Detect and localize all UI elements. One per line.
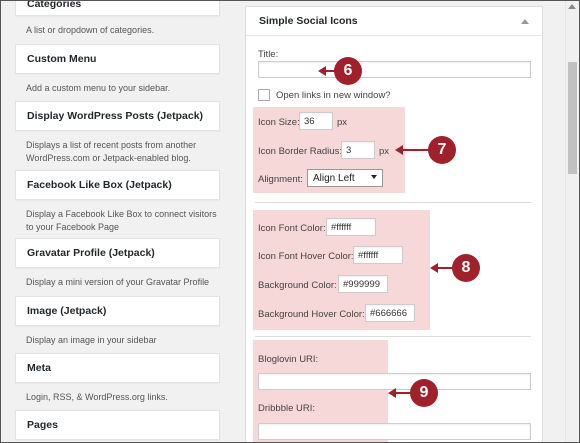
icon-font-color-input[interactable]: #ffffff (326, 218, 376, 236)
panel-title: Simple Social Icons (259, 15, 358, 27)
widget-pages[interactable]: Pages (15, 410, 220, 440)
widget-description: Display an image in your sidebar (26, 335, 157, 345)
bloglovin-uri-label: Bloglovin URI: (258, 354, 319, 365)
callout-9: 9 (410, 379, 438, 407)
widget-description: Login, RSS, & WordPress.org links. (26, 392, 168, 402)
background-hover-color-label: Background Hover Color: (258, 309, 365, 320)
callout-7: 7 (428, 136, 456, 164)
widget-description: Display a Facebook Like Box to connect v… (26, 209, 217, 232)
widget-description: Add a custom menu to your sidebar. (26, 83, 171, 93)
widget-facebook-like-box[interactable]: Facebook Like Box (Jetpack) (15, 170, 220, 200)
background-color-label: Background Color: (258, 280, 337, 291)
border-radius-label: Icon Border Radius: (258, 146, 342, 157)
widget-title: Meta (27, 362, 51, 374)
background-hover-color-input[interactable]: #666666 (365, 304, 415, 322)
widget-display-wordpress-posts[interactable]: Display WordPress Posts (Jetpack) (15, 101, 220, 131)
widget-custom-menu[interactable]: Custom Menu (15, 44, 220, 74)
section-divider (255, 202, 531, 203)
alignment-label: Alignment: (258, 174, 303, 185)
title-label: Title: (258, 49, 279, 60)
widget-title: Image (Jetpack) (27, 305, 107, 317)
widget-gravatar-profile[interactable]: Gravatar Profile (Jetpack) (15, 238, 220, 268)
widget-meta[interactable]: Meta (15, 353, 220, 383)
scrollbar-thumb[interactable] (568, 62, 577, 174)
icon-font-hover-color-input[interactable]: #ffffff (353, 246, 403, 264)
alignment-select[interactable]: Align Left (307, 169, 383, 187)
open-new-window-label: Open links in new window? (276, 90, 391, 101)
open-new-window-checkbox[interactable] (258, 89, 270, 101)
border-radius-unit: px (379, 146, 390, 157)
section-divider (255, 336, 531, 337)
alignment-selected: Align Left (313, 172, 355, 184)
widget-title: Pages (27, 419, 58, 431)
panel-header[interactable]: Simple Social Icons (246, 7, 542, 36)
callout-line (401, 149, 431, 151)
icon-size-label: Icon Size: (258, 117, 300, 128)
widget-title: Gravatar Profile (Jetpack) (27, 247, 155, 259)
background-color-input[interactable]: #999999 (338, 275, 388, 293)
widget-description: Displays a list of recent posts from ano… (26, 140, 197, 163)
widget-description: Display a mini version of your Gravatar … (26, 277, 210, 287)
scroll-up-arrow-icon[interactable] (568, 4, 576, 9)
dribbble-uri-label: Dribbble URI: (258, 403, 316, 414)
icon-size-unit: px (337, 117, 348, 128)
widget-title: Facebook Like Box (Jetpack) (27, 179, 172, 191)
border-radius-input[interactable]: 3 (341, 141, 375, 159)
title-input[interactable] (258, 61, 531, 78)
icon-size-input[interactable]: 36 (299, 112, 333, 130)
collapse-caret-icon[interactable] (521, 19, 529, 24)
callout-6: 6 (334, 57, 362, 85)
widget-description: A list or dropdown of categories. (26, 25, 155, 35)
widget-title: Custom Menu (27, 53, 97, 65)
dropdown-arrow-icon (371, 175, 377, 179)
widget-image[interactable]: Image (Jetpack) (15, 296, 220, 326)
dribbble-uri-input[interactable] (258, 423, 531, 440)
widget-categories[interactable]: Categories (15, 0, 220, 16)
icon-font-hover-color-label: Icon Font Hover Color: (258, 251, 354, 262)
icon-font-color-label: Icon Font Color: (258, 223, 326, 234)
widget-title: Display WordPress Posts (Jetpack) (27, 110, 204, 122)
callout-8: 8 (452, 254, 480, 282)
widget-title: Categories (27, 0, 82, 10)
